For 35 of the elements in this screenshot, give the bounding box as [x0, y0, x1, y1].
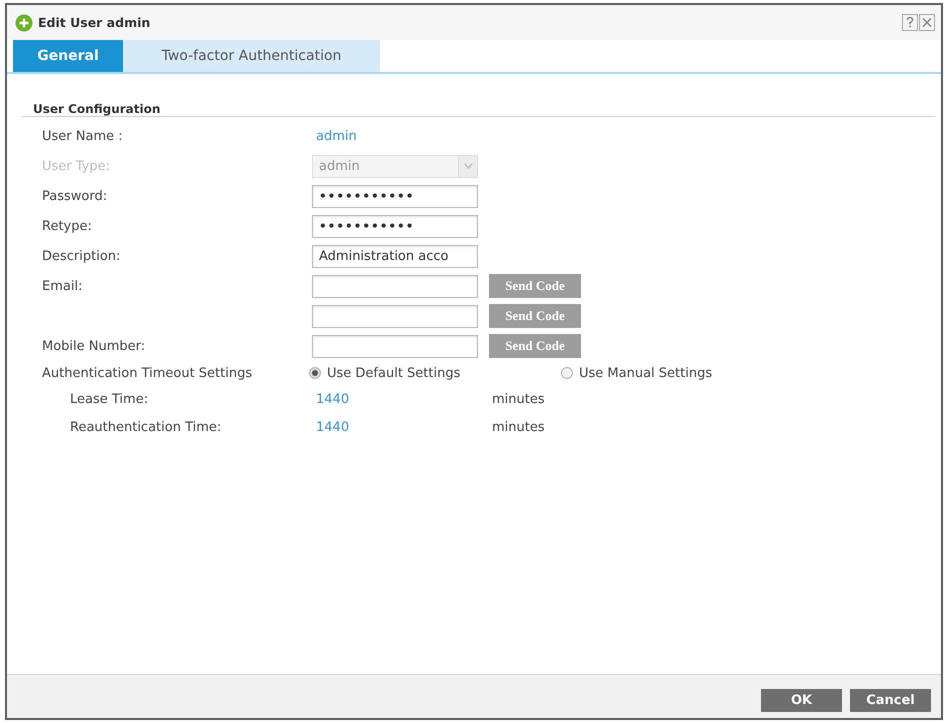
field-label: User Type: [42, 158, 110, 174]
field-label: Authentication Timeout Settings [42, 366, 252, 380]
input-field[interactable] [312, 334, 478, 358]
radio-option[interactable]: Use Manual Settings [561, 366, 813, 380]
radio-option[interactable]: Use Default Settings [309, 366, 561, 380]
field-label: Mobile Number: [42, 338, 146, 354]
close-icon[interactable] [919, 14, 935, 31]
input-field[interactable] [312, 274, 478, 298]
field-label: Email: [42, 278, 82, 294]
tab[interactable]: Two-factor Authentication [123, 40, 380, 72]
field-label: Retype: [42, 218, 92, 234]
field-value: admin [315, 128, 357, 144]
dialog-button[interactable]: OK [761, 689, 842, 712]
radio-icon[interactable] [561, 367, 573, 379]
field-label: Description: [42, 248, 120, 264]
password-field[interactable]: ••••••••••• [312, 214, 478, 238]
section-title: User Configuration [33, 102, 160, 116]
field-label: Password: [42, 188, 108, 204]
input-field[interactable] [312, 304, 478, 328]
unit-label: minutes [492, 392, 545, 406]
dialog-button[interactable]: Cancel [850, 689, 931, 712]
input-field[interactable]: Administration acco [312, 244, 478, 268]
field-label: User Name : [42, 128, 123, 144]
field-label: Reauthentication Time: [70, 420, 222, 434]
unit-label: minutes [492, 420, 545, 434]
field-label: Lease Time: [70, 392, 148, 406]
dialog-title: Edit User admin [38, 15, 150, 30]
tab[interactable]: General [13, 40, 123, 72]
plus-circle-icon [15, 14, 33, 32]
radio-icon[interactable] [309, 367, 321, 379]
caret-icon [464, 163, 472, 169]
help-icon[interactable] [902, 14, 918, 31]
password-field[interactable]: ••••••••••• [312, 184, 478, 208]
field-value: 1440 [315, 420, 350, 434]
field-value: 1440 [315, 392, 350, 406]
